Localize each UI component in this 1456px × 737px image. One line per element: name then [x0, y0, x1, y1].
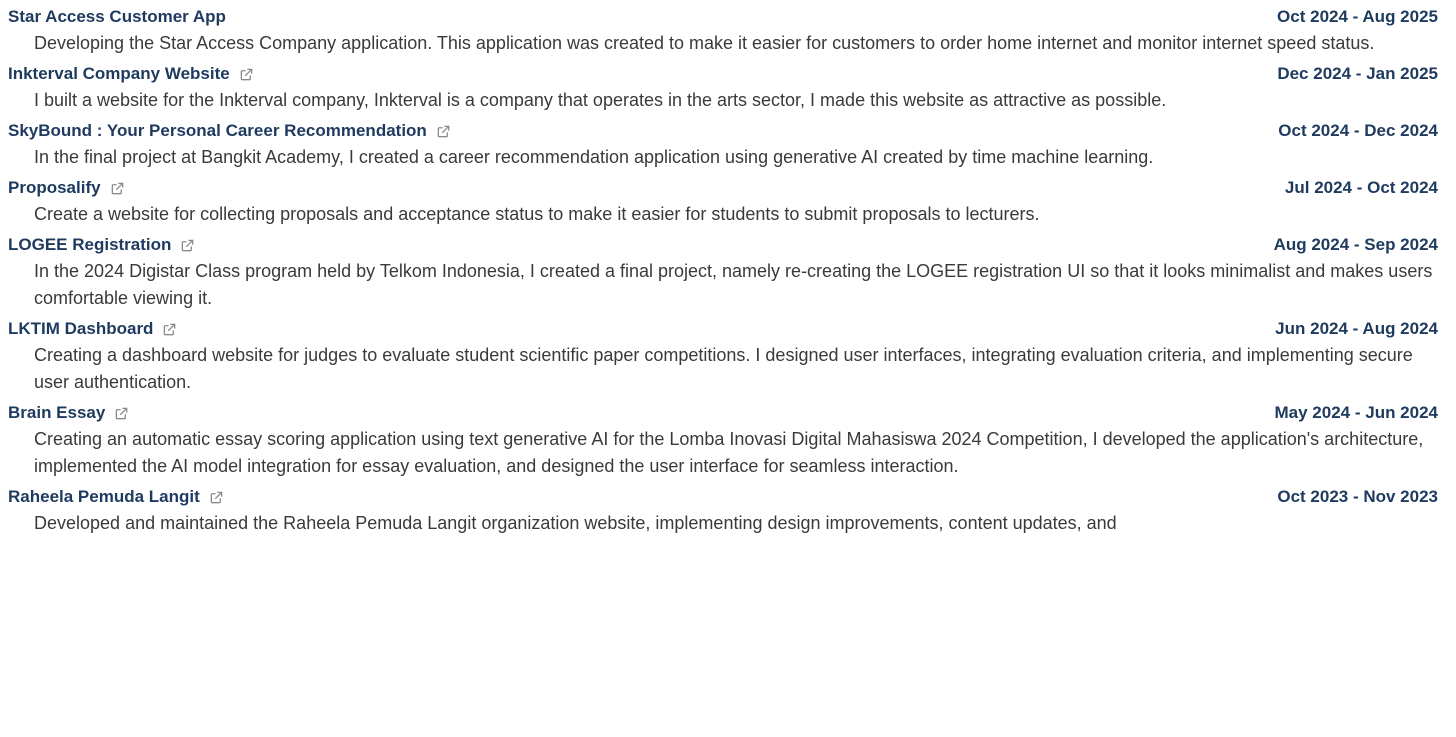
project-description: Creating an automatic essay scoring appl…: [34, 429, 1424, 476]
project-title: Star Access Customer App: [8, 7, 226, 26]
project-date: Aug 2024 - Sep 2024: [1273, 235, 1438, 254]
project-date: Jun 2024 - Aug 2024: [1275, 319, 1438, 338]
project-title-wrap[interactable]: Inkterval Company Website: [8, 64, 254, 84]
project-header: LKTIM Dashboard Jun 2024 - Aug 2024: [8, 312, 1438, 342]
project-header: SkyBound : Your Personal Career Recommen…: [8, 114, 1438, 144]
project-item: LOGEE Registration Aug 2024 - Sep 2024 I…: [8, 228, 1438, 312]
project-item: Raheela Pemuda Langit Oct 2023 - Nov 202…: [8, 480, 1438, 537]
project-title-wrap[interactable]: Proposalify: [8, 178, 125, 198]
project-header: Proposalify Jul 2024 - Oct 2024: [8, 171, 1438, 201]
project-header: Inkterval Company Website Dec 2024 - Jan…: [8, 57, 1438, 87]
project-title-wrap[interactable]: Brain Essay: [8, 403, 129, 423]
project-item: SkyBound : Your Personal Career Recommen…: [8, 114, 1438, 171]
project-date: Dec 2024 - Jan 2025: [1277, 64, 1438, 83]
project-header: LOGEE Registration Aug 2024 - Sep 2024: [8, 228, 1438, 258]
project-item: Proposalify Jul 2024 - Oct 2024 Create a…: [8, 171, 1438, 228]
project-title-wrap[interactable]: LKTIM Dashboard: [8, 319, 177, 339]
project-title-link[interactable]: SkyBound : Your Personal Career Recommen…: [8, 121, 427, 141]
project-description: In the final project at Bangkit Academy,…: [34, 147, 1154, 167]
project-title-link[interactable]: Brain Essay: [8, 403, 105, 423]
external-link-icon[interactable]: [114, 406, 129, 421]
project-item: Inkterval Company Website Dec 2024 - Jan…: [8, 57, 1438, 114]
external-link-icon[interactable]: [180, 238, 195, 253]
project-title-wrap: Star Access Customer App: [8, 7, 226, 27]
project-description: Create a website for collecting proposal…: [34, 204, 1040, 224]
project-title-wrap[interactable]: SkyBound : Your Personal Career Recommen…: [8, 121, 451, 141]
project-title-wrap[interactable]: LOGEE Registration: [8, 235, 195, 255]
project-date: Oct 2024 - Dec 2024: [1278, 121, 1438, 140]
external-link-icon[interactable]: [162, 322, 177, 337]
external-link-icon[interactable]: [436, 124, 451, 139]
external-link-icon[interactable]: [209, 490, 224, 505]
project-description: I built a website for the Inkterval comp…: [34, 90, 1167, 110]
projects-list: Star Access Customer App Oct 2024 - Aug …: [0, 0, 1456, 537]
project-title-link[interactable]: Inkterval Company Website: [8, 64, 230, 84]
project-description: Developing the Star Access Company appli…: [34, 33, 1375, 53]
project-header: Star Access Customer App Oct 2024 - Aug …: [8, 0, 1438, 30]
project-date: Oct 2024 - Aug 2025: [1277, 7, 1438, 26]
project-title-link[interactable]: Raheela Pemuda Langit: [8, 487, 200, 507]
project-item: Brain Essay May 2024 - Jun 2024 Creating…: [8, 396, 1438, 480]
project-date: Oct 2023 - Nov 2023: [1277, 487, 1438, 506]
project-title-link[interactable]: Proposalify: [8, 178, 101, 198]
project-item: Star Access Customer App Oct 2024 - Aug …: [8, 0, 1438, 57]
project-title-wrap[interactable]: Raheela Pemuda Langit: [8, 487, 224, 507]
external-link-icon[interactable]: [239, 67, 254, 82]
project-title-link[interactable]: LKTIM Dashboard: [8, 319, 153, 339]
project-item: LKTIM Dashboard Jun 2024 - Aug 2024 Crea…: [8, 312, 1438, 396]
external-link-icon[interactable]: [110, 181, 125, 196]
project-header: Brain Essay May 2024 - Jun 2024: [8, 396, 1438, 426]
project-title-link[interactable]: LOGEE Registration: [8, 235, 171, 255]
project-description: In the 2024 Digistar Class program held …: [34, 261, 1433, 308]
project-header: Raheela Pemuda Langit Oct 2023 - Nov 202…: [8, 480, 1438, 510]
project-description: Creating a dashboard website for judges …: [34, 345, 1413, 392]
project-date: Jul 2024 - Oct 2024: [1284, 178, 1438, 197]
project-description: Developed and maintained the Raheela Pem…: [34, 513, 1117, 533]
project-date: May 2024 - Jun 2024: [1274, 403, 1438, 422]
